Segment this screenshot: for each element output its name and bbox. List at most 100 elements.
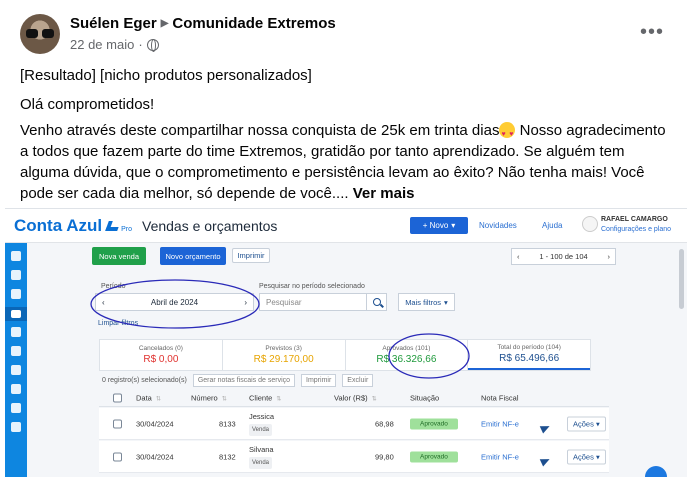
totals-bar: Cancelados (0) R$ 0,00 Previstos (3) R$ 29…: [99, 339, 591, 371]
period-label: Período: [101, 283, 126, 290]
total-aprovados[interactable]: Aprovados (101) R$ 36.326,66: [346, 340, 469, 370]
new-button-label: + Novo: [422, 221, 449, 230]
novidades-link[interactable]: Novidades: [479, 221, 517, 230]
client-name: Jessica: [249, 411, 275, 421]
bulk-print-button[interactable]: Imprimir: [301, 374, 337, 387]
new-button[interactable]: + Novo ▾: [410, 217, 468, 234]
print-button[interactable]: Imprimir: [232, 248, 270, 263]
brand-name: Conta Azul: [14, 216, 103, 235]
finance-icon[interactable]: [11, 327, 21, 337]
sort-icon: ⇅: [371, 396, 377, 402]
dot-separator: ·: [138, 37, 143, 52]
contacts-icon[interactable]: [11, 365, 21, 375]
send-icon[interactable]: [539, 421, 552, 434]
period-value[interactable]: Abril de 2024: [151, 298, 198, 307]
total-cancelados[interactable]: Cancelados (0) R$ 0,00: [100, 340, 223, 370]
selected-count: 0 registro(s) selecionado(s): [102, 377, 187, 384]
col-cliente[interactable]: Cliente ⇅: [249, 393, 281, 402]
type-tag: Venda: [249, 423, 273, 436]
post-line-1: [Resultado] [nicho produtos personalizad…: [20, 67, 312, 84]
row-checkbox[interactable]: [113, 419, 122, 428]
total-label: Cancelados (0): [138, 345, 183, 352]
help-link[interactable]: Ajuda: [542, 221, 562, 230]
bulk-delete-button[interactable]: Excluir: [342, 374, 374, 387]
see-more-link[interactable]: Ver mais: [353, 185, 415, 202]
row-number: 8132: [219, 452, 236, 461]
more-filters-button[interactable]: Mais filtros ▾: [398, 293, 455, 311]
table-row[interactable]: 30/04/2024 8133 Jessica Venda 68,98 Aprov…: [99, 408, 609, 440]
col-numero[interactable]: Número ⇅: [191, 393, 227, 402]
inventory-icon[interactable]: [11, 384, 21, 394]
row-date: 30/04/2024: [136, 452, 174, 461]
total-value: R$ 36.326,66: [376, 354, 437, 365]
brand-pro: Pro: [121, 226, 133, 233]
next-period-icon[interactable]: ›: [244, 298, 247, 307]
col-label: Valor (R$): [334, 393, 368, 402]
actions-dropdown[interactable]: Ações ▾: [567, 449, 606, 464]
new-sale-button[interactable]: Nova venda: [92, 247, 146, 265]
user-settings-link[interactable]: Configurações e plano: [601, 226, 671, 233]
emit-nfe-link[interactable]: Emitir NF-e: [481, 452, 519, 461]
generate-nfs-button[interactable]: Gerar notas fiscais de serviço: [192, 374, 296, 387]
chevron-down-icon: ▾: [451, 221, 456, 230]
col-data[interactable]: Data ⇅: [136, 393, 161, 402]
pagination-label[interactable]: 1 - 100 de 104: [539, 252, 587, 261]
cash-icon[interactable]: [11, 346, 21, 356]
send-icon[interactable]: [539, 454, 552, 467]
post-body-part-1: Venho através deste compartilhar nossa c…: [20, 122, 500, 139]
total-value: R$ 65.496,66: [499, 353, 560, 364]
heart-eyes-emoji-icon: [499, 122, 516, 145]
table-row[interactable]: 30/04/2024 8132 Silvana Venda 99,80 Aprov…: [99, 441, 609, 473]
more-filters-label: Mais filtros: [405, 297, 442, 307]
app-topbar: Conta Azul Pro Vendas e orçamentos + Nov…: [5, 209, 687, 243]
row-client[interactable]: Jessica Venda: [249, 412, 274, 436]
prev-page-icon[interactable]: ‹: [517, 252, 520, 261]
col-valor[interactable]: Valor (R$) ⇅: [334, 393, 377, 402]
next-page-icon[interactable]: ›: [608, 252, 611, 261]
home-icon[interactable]: [11, 251, 21, 261]
search-button[interactable]: [366, 293, 387, 311]
integrations-icon[interactable]: [11, 422, 21, 432]
scrollbar[interactable]: [679, 249, 684, 309]
sort-icon: ⇅: [221, 396, 227, 402]
actions-dropdown[interactable]: Ações ▾: [567, 416, 606, 431]
row-number: 8133: [219, 419, 236, 428]
user-avatar-icon[interactable]: [582, 216, 598, 232]
group-name[interactable]: Comunidade Extremos: [172, 15, 335, 32]
period-selector[interactable]: ‹ Abril de 2024 ›: [95, 293, 254, 311]
col-nota-fiscal[interactable]: Nota Fiscal: [481, 393, 519, 402]
col-label: Data: [136, 393, 152, 402]
col-label: Número: [191, 393, 218, 402]
new-quote-button[interactable]: Novo orçamento: [160, 247, 226, 265]
clear-filters-link[interactable]: Limpar filtros: [98, 320, 138, 327]
select-all-checkbox[interactable]: [113, 393, 122, 402]
table-header: Data ⇅ Número ⇅ Cliente ⇅ Valor (R$) ⇅ Situa…: [99, 389, 609, 407]
total-previstos[interactable]: Previstos (3) R$ 29.170,00: [223, 340, 346, 370]
prev-period-icon[interactable]: ‹: [102, 298, 105, 307]
emit-nfe-link[interactable]: Emitir NF-e: [481, 419, 519, 428]
actions-label: Ações: [573, 419, 594, 428]
search-input[interactable]: Pesquisar: [259, 293, 369, 311]
author-avatar[interactable]: [20, 14, 60, 54]
total-label: Total do período (104): [497, 344, 561, 351]
reports-icon[interactable]: [11, 403, 21, 413]
row-date: 30/04/2024: [136, 419, 174, 428]
total-periodo[interactable]: Total do período (104) R$ 65.496,66: [468, 340, 590, 370]
pagination: ‹ 1 - 100 de 104 ›: [511, 248, 616, 265]
search-label: Pesquisar no período selecionado: [259, 283, 365, 290]
sales-icon[interactable]: [5, 307, 27, 321]
row-checkbox[interactable]: [113, 452, 122, 461]
brand-logo[interactable]: Conta Azul Pro: [14, 216, 132, 236]
brand-mark-icon: [105, 221, 121, 231]
basket-icon[interactable]: [11, 289, 21, 299]
col-situacao[interactable]: Situação: [410, 393, 439, 402]
author-name[interactable]: Suélen Eger: [70, 15, 157, 32]
star-icon[interactable]: [11, 270, 21, 280]
row-client[interactable]: Silvana Venda: [249, 445, 274, 469]
chat-fab-button[interactable]: [645, 466, 667, 477]
more-options-button[interactable]: •••: [640, 22, 664, 42]
post-meta: 22 de maio ·: [70, 37, 159, 52]
post-date[interactable]: 22 de maio: [70, 37, 134, 52]
user-name[interactable]: RAFAEL CAMARGO: [601, 216, 668, 223]
bulk-actions-bar: 0 registro(s) selecionado(s) Gerar notas…: [102, 374, 374, 387]
